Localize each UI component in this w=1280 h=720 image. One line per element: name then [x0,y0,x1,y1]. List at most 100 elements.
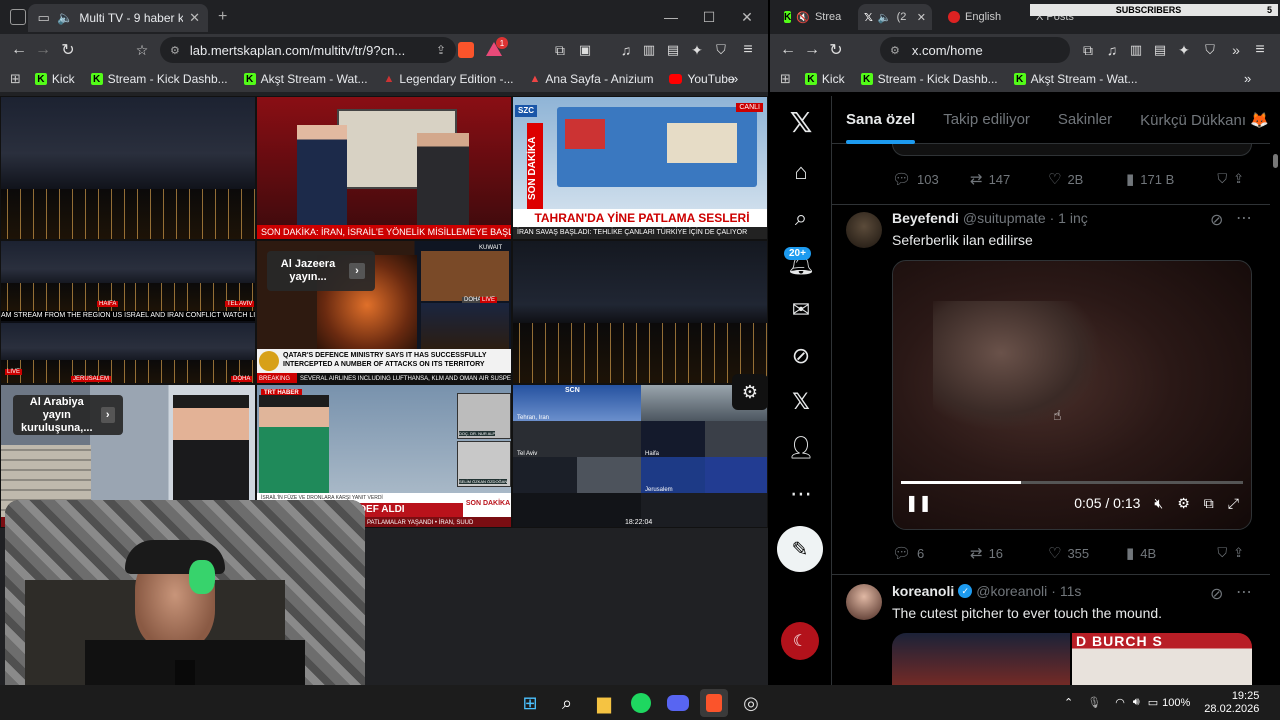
leo-ai-icon[interactable]: ✦ [685,38,709,62]
bookmark-item[interactable]: K Akşt Stream - Wat... [1013,72,1138,86]
repost-button[interactable]: ⇄ 16 [970,544,1048,562]
reload-icon[interactable]: ↻ [56,38,80,62]
grok-icon[interactable]: ⊘ [1210,584,1223,604]
music-icon[interactable]: ♫ [1100,38,1124,62]
leo-ai-icon[interactable]: ✦ [1172,38,1196,62]
brave-shield-icon[interactable] [458,42,474,58]
chevron-right-icon[interactable]: › [100,407,115,423]
brave-rewards-icon[interactable]: 1 [486,37,508,58]
chevron-up-icon[interactable]: ⌃ [1064,696,1073,709]
chevron-right-icon[interactable]: › [349,263,365,279]
forward-icon[interactable]: → [31,38,55,62]
tweet-video-player[interactable]: ☝ ❚❚ 0:05 / 0:13 🔇︎ ⚙ ⧉ ⤢ [892,260,1252,530]
close-window-button[interactable]: ✕ [728,0,766,34]
grok-icon[interactable]: ⊘ [1210,210,1223,230]
reload-icon[interactable]: ↻ [824,38,848,62]
bookmark-item[interactable]: K Stream - Kick Dashb... [90,72,228,86]
video-live-cams[interactable]: AM STREAM FROM THE REGION US ISRAEL AND … [0,240,256,384]
settings-gear-icon[interactable]: ⚙ [732,374,768,410]
bookmark-item[interactable]: K Stream - Kick Dashb... [860,72,998,86]
speaker-icon[interactable]: 🔈 [57,10,73,26]
post-time[interactable]: · 1 inç [1050,210,1088,226]
maximize-button[interactable]: ☐ [690,0,728,34]
al-arabiya-popup[interactable]: Al Arabiya yayın kuruluşuna,... › [13,395,123,435]
account-avatar[interactable]: ☾ [781,622,819,660]
site-info-icon[interactable]: ⚙ [890,44,900,57]
reply-button[interactable]: 💬︎ 103 [892,170,970,188]
share-icon[interactable]: ⇪ [1233,171,1244,187]
mute-icon[interactable]: 🔇︎ [1154,495,1163,512]
speaker-mute-icon[interactable]: 🔇 [796,11,810,24]
home-icon[interactable]: ⌂ [785,156,817,188]
bookmark-item[interactable]: K Akşt Stream - Wat... [243,72,368,86]
microphone-icon[interactable]: 🎙︎ [1087,696,1101,709]
bookmarks-more-button[interactable]: » [1244,71,1251,86]
repost-button[interactable]: ⇄ 147 [970,170,1048,188]
new-tab-button[interactable]: + [218,8,227,26]
share-icon[interactable]: ⇪ [1233,545,1244,561]
fullscreen-icon[interactable]: ⤢ [1228,495,1239,512]
post-time[interactable]: · 11s [1051,583,1081,599]
sidebar-icon[interactable]: ▥ [637,38,661,62]
bookmark-item[interactable]: K Kick [804,72,845,86]
more-options-icon[interactable]: ⋯ [1236,208,1252,228]
close-icon[interactable]: ✕ [917,11,926,24]
clock[interactable]: 19:25 28.02.2026 [1204,690,1259,716]
video-cnn-turk[interactable]: SON DAKİKA: İRAN, İSRAİL'E YÖNELİK MİSİL… [256,96,512,240]
tab-following[interactable]: Takip ediliyor [943,111,1030,128]
video-settings-icon[interactable]: ⚙ [1177,495,1190,512]
author-handle[interactable]: @suitupmate [963,210,1046,226]
wallet-icon[interactable]: ▤ [1148,38,1172,62]
menu-icon[interactable]: ≡ [736,38,760,62]
menu-icon[interactable]: ≡ [1248,38,1272,62]
x-logo-icon[interactable]: 𝕏 [785,106,817,138]
video-sozcu-tv[interactable]: SZC SON DAKİKA CANLI TAHRAN'DA YİNE PATL… [512,96,768,240]
apps-grid-icon[interactable]: ⊞ [10,71,21,87]
tab-kurkcu-dukkani[interactable]: Kürkçü Dükkanı 🦊 [1140,111,1269,129]
video-dark-city[interactable] [512,240,768,384]
grok-icon[interactable]: ⊘ [785,340,817,372]
author-name[interactable]: Beyefendi [892,210,959,226]
screenshot-icon[interactable]: ▣ [573,38,597,62]
tab-for-you[interactable]: Sana özel [846,111,916,144]
search-icon[interactable]: ⌕ [785,202,817,234]
bookmark-icon[interactable]: ⛉ [1217,545,1227,561]
speaker-icon[interactable]: 🔈 [878,11,892,24]
forward-icon[interactable]: → [800,38,824,62]
address-bar[interactable]: ⚙ x.com/home [880,37,1070,63]
premium-x-icon[interactable]: 𝕏 [785,386,817,418]
discord-icon[interactable] [664,689,692,717]
volume-icon[interactable]: 🔊︎ [1133,696,1140,709]
tab-x-home[interactable]: 𝕏 🔈 (2 ✕ [858,4,932,30]
tab-kick-stream[interactable]: K 🔇 Strea [778,4,846,30]
back-icon[interactable]: ← [7,38,31,62]
brave-browser-icon[interactable] [700,689,728,717]
bookmarks-more-button[interactable]: » [731,71,738,86]
video-al-jazeera[interactable]: KUWAIT DOHA LIVE Al Jazeera yayın... › Q… [256,240,512,384]
windows-start-icon[interactable]: ⊞ [516,689,544,717]
tab-multi-tv[interactable]: ▭ 🔈 Multi TV - 9 haber kanalını ay ✕ [28,4,208,32]
music-icon[interactable]: ♫ [614,38,638,62]
tab-sakinler[interactable]: Sakinler [1058,111,1112,128]
al-jazeera-popup[interactable]: Al Jazeera yayın... › [267,251,375,291]
author-handle[interactable]: @koreanoli [976,583,1047,599]
tab-actions-icon[interactable] [10,9,26,25]
picture-in-picture-icon[interactable]: ⧉ [1204,495,1214,512]
reply-button[interactable]: 💬︎ 6 [892,544,970,562]
bookmark-item[interactable]: ▲ Legendary Edition -... [384,72,514,86]
bookmark-item[interactable]: K Kick [34,72,75,86]
pause-icon[interactable]: ❚❚ [905,493,932,513]
views-button[interactable]: ▮ 4B [1126,544,1204,562]
tweet-image[interactable] [892,633,1070,685]
more-icon[interactable]: » [1224,38,1248,62]
tweet-image[interactable]: D BURCH S [1072,633,1252,685]
file-explorer-icon[interactable]: ▆ [590,689,618,717]
back-icon[interactable]: ← [776,38,800,62]
bookmark-icon[interactable]: ☆ [130,38,154,62]
video-city-skyline[interactable] [0,96,256,240]
share-icon[interactable]: ⇪ [436,43,446,57]
vpn-icon[interactable]: ⛉ [709,38,733,62]
search-icon[interactable]: ⌕ [553,689,581,717]
minimize-button[interactable]: — [652,0,690,34]
vpn-icon[interactable]: ⛉ [1198,38,1222,62]
